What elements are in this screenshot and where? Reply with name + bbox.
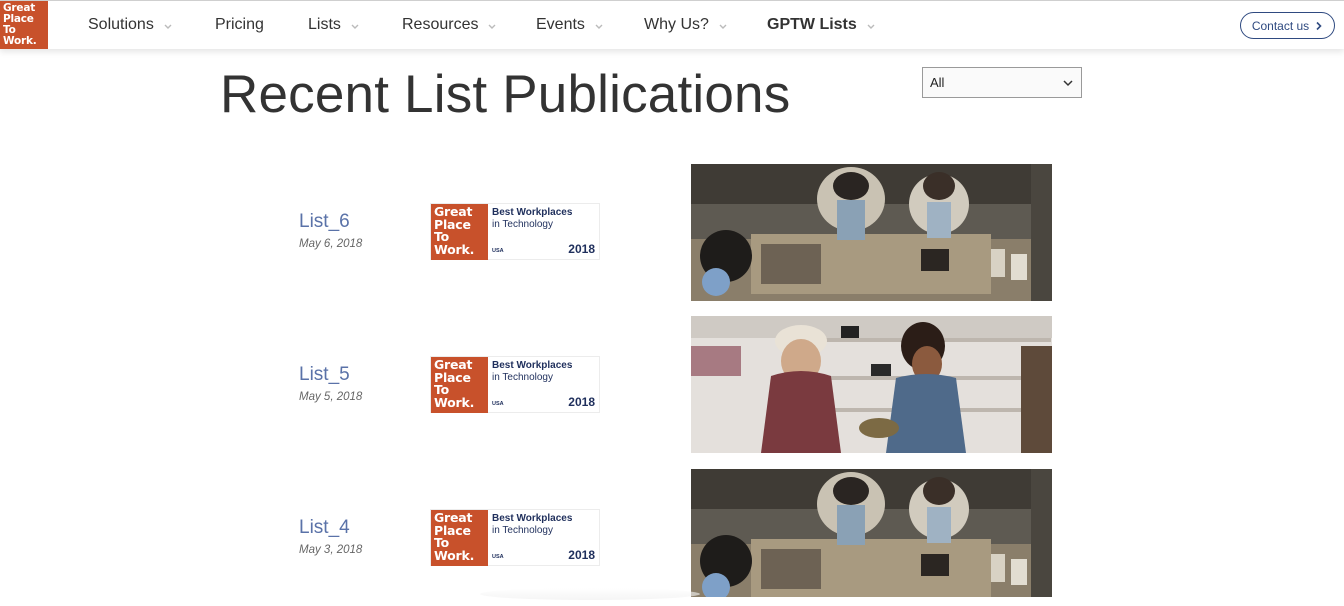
shoe-store-photo-image xyxy=(691,316,1052,453)
badge-year: 2018 xyxy=(568,395,595,409)
contact-us-button[interactable]: Contact us xyxy=(1240,12,1335,39)
badge-year: 2018 xyxy=(568,242,595,256)
badge-title: Best Workplaces xyxy=(492,207,573,218)
chevron-down-icon xyxy=(164,24,172,29)
nav-solutions[interactable]: Solutions xyxy=(88,15,174,35)
filter-selected-value: All xyxy=(930,75,945,90)
contact-us-label: Contact us xyxy=(1251,18,1310,33)
nav-pricing[interactable]: Pricing xyxy=(215,15,264,35)
chevron-down-icon xyxy=(488,24,496,29)
list-date: May 6, 2018 xyxy=(299,238,363,250)
badge-logo-line: Work. xyxy=(434,241,475,257)
nav-label: Pricing xyxy=(215,16,264,33)
nav-events[interactable]: Events xyxy=(536,15,605,35)
list-date: May 3, 2018 xyxy=(299,544,363,556)
list-photo-baristas[interactable] xyxy=(691,164,1052,301)
list-photo-shoe-store[interactable] xyxy=(691,316,1052,453)
list-date: May 5, 2018 xyxy=(299,391,363,403)
badge-logo: Great Place To Work. xyxy=(431,204,488,260)
badge-logo-line: Work. xyxy=(434,547,475,563)
badge-year: 2018 xyxy=(568,548,595,562)
baristas-photo-image xyxy=(691,469,1052,597)
badge-logo-line: Work. xyxy=(434,394,475,410)
badge-region: USA xyxy=(492,554,504,560)
nav-gptw-lists[interactable]: GPTW Lists xyxy=(767,15,877,35)
best-workplaces-badge: Great Place To Work. Best Workplaces in … xyxy=(430,203,600,260)
loading-indicator xyxy=(480,588,700,600)
list-item: List_4 May 3, 2018 Great Place To Work. … xyxy=(0,469,1344,606)
badge-title: Best Workplaces xyxy=(492,360,573,371)
badge-logo: Great Place To Work. xyxy=(431,357,488,413)
list-name-link[interactable]: List_4 xyxy=(299,517,350,539)
nav-lists[interactable]: Lists xyxy=(308,15,361,35)
list-name-link[interactable]: List_6 xyxy=(299,211,350,233)
chevron-down-icon xyxy=(1063,80,1073,87)
list-photo-baristas[interactable] xyxy=(691,469,1052,597)
logo-line: Work. xyxy=(3,35,37,47)
gptw-logo[interactable]: Great Place To Work. xyxy=(0,1,48,49)
nav-label: Why Us? xyxy=(644,16,709,33)
badge-subtitle: in Technology xyxy=(492,525,553,536)
list-name-link[interactable]: List_5 xyxy=(299,364,350,386)
top-nav-bar: Great Place To Work. Solutions Pricing L… xyxy=(0,0,1344,49)
list-item: List_6 May 6, 2018 Great Place To Work. … xyxy=(0,164,1344,301)
chevron-down-icon xyxy=(595,24,603,29)
badge-region: USA xyxy=(492,248,504,254)
nav-label: GPTW Lists xyxy=(767,16,857,33)
badge-title: Best Workplaces xyxy=(492,513,573,524)
chevron-down-icon xyxy=(719,24,727,29)
page-title: Recent List Publications xyxy=(220,65,791,124)
badge-subtitle: in Technology xyxy=(492,372,553,383)
nav-label: Solutions xyxy=(88,16,154,33)
baristas-photo-image xyxy=(691,164,1052,301)
nav-label: Resources xyxy=(402,16,479,33)
list-filter-select[interactable]: All xyxy=(922,67,1082,98)
nav-resources[interactable]: Resources xyxy=(402,15,498,35)
badge-logo: Great Place To Work. xyxy=(431,510,488,566)
nav-label: Lists xyxy=(308,16,341,33)
badge-subtitle: in Technology xyxy=(492,219,553,230)
chevron-down-icon xyxy=(867,24,875,29)
chevron-right-icon xyxy=(1316,21,1322,30)
best-workplaces-badge: Great Place To Work. Best Workplaces in … xyxy=(430,509,600,566)
best-workplaces-badge: Great Place To Work. Best Workplaces in … xyxy=(430,356,600,413)
nav-why-us[interactable]: Why Us? xyxy=(644,15,729,35)
list-item: List_5 May 5, 2018 Great Place To Work. … xyxy=(0,316,1344,453)
badge-region: USA xyxy=(492,401,504,407)
nav-label: Events xyxy=(536,16,585,33)
chevron-down-icon xyxy=(351,24,359,29)
